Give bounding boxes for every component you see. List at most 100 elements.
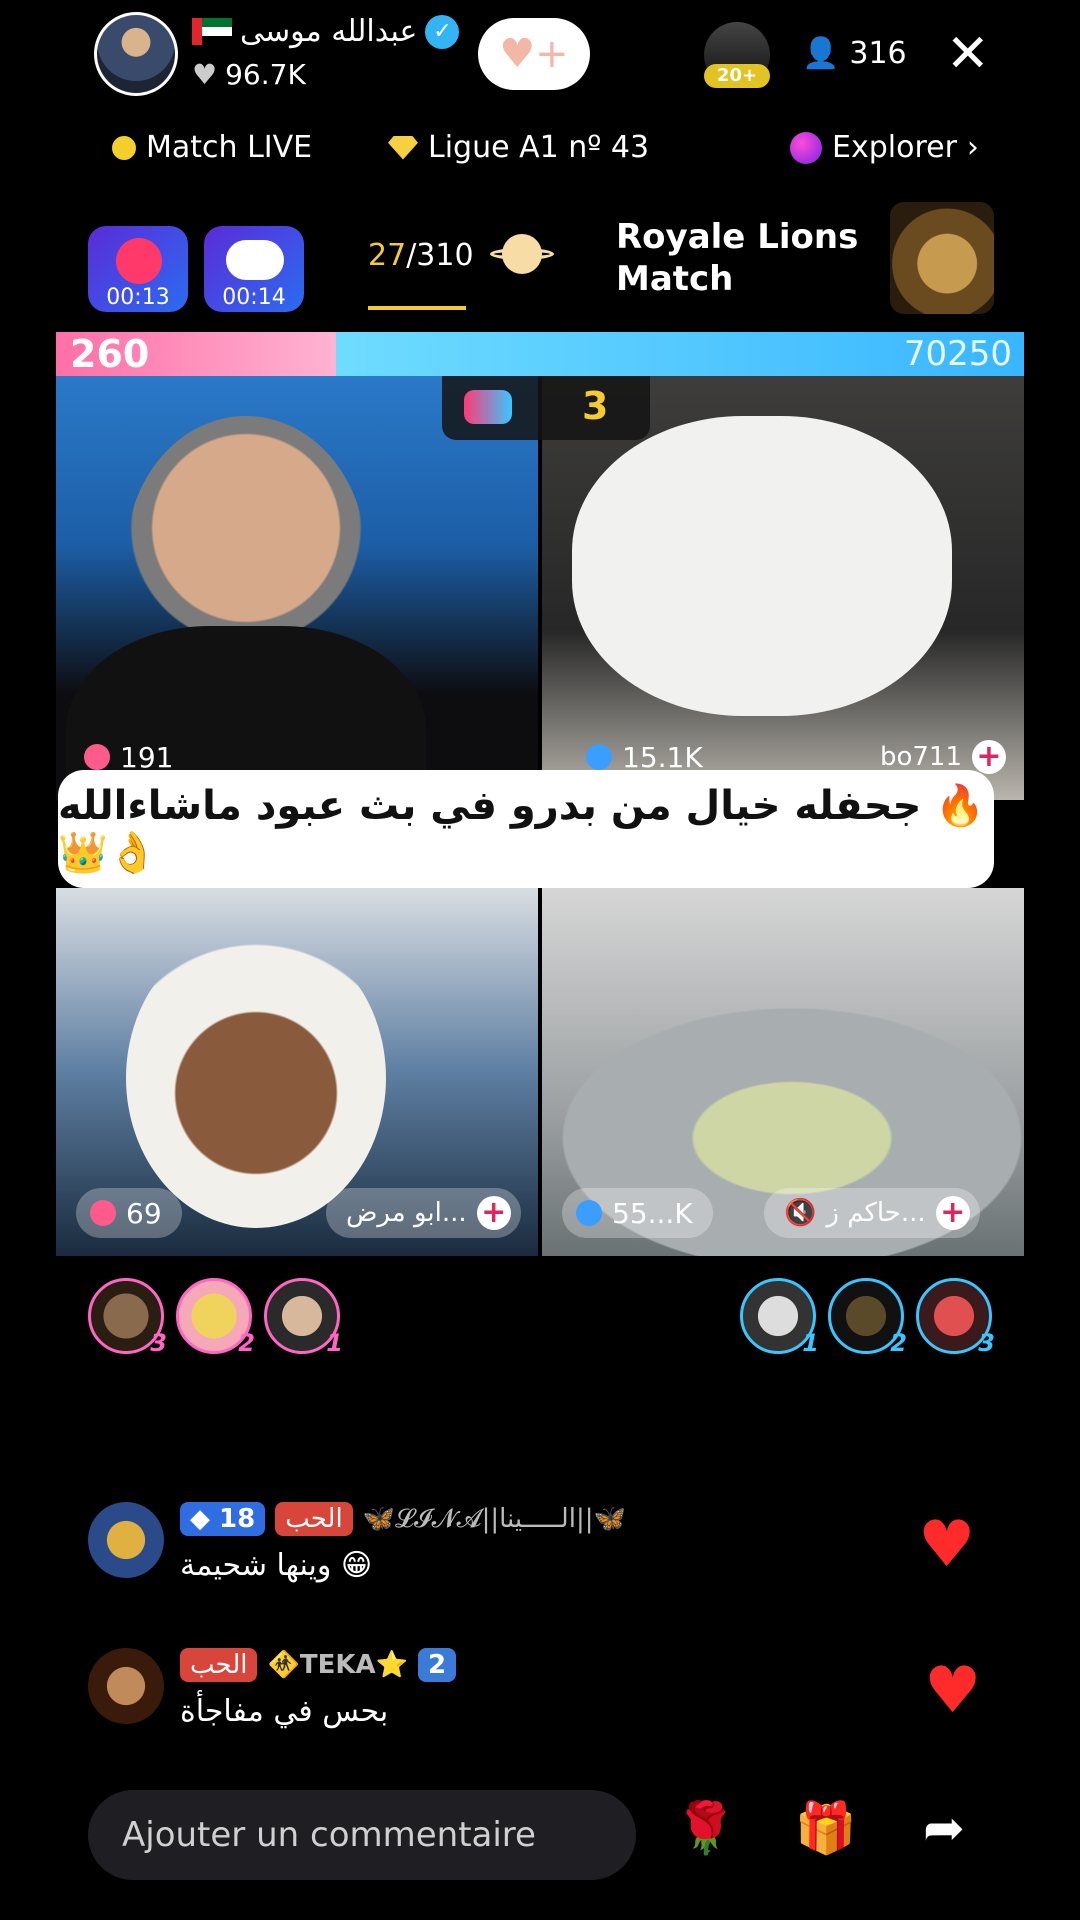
tile-tl-stat-value: 191 (120, 740, 174, 774)
supporter-rank: 1 (802, 1329, 819, 1357)
comment-meta: الحب 🚸TEKA⭐ 2 (180, 1648, 457, 1682)
match-live-tab[interactable]: Match LIVE (112, 130, 312, 165)
explore-orb-icon (790, 131, 822, 164)
rank-badge: 20+ (704, 64, 770, 88)
close-button[interactable]: ✕ (946, 26, 990, 82)
chevron-right-icon: › (966, 130, 979, 165)
boost-timer-2[interactable]: 00:14 (204, 226, 304, 312)
progress-underline (368, 306, 466, 310)
progress-current: 27 (368, 238, 407, 273)
tile-br-name[interactable]: 🔇 حاكم ز... + (764, 1188, 980, 1238)
viewer-count-value: 316 (849, 36, 907, 71)
supporter-rank: 3 (150, 1329, 167, 1357)
supporter-left-avatar[interactable]: 1 (264, 1278, 343, 1357)
boost-timer-1[interactable]: 00:13 (88, 226, 188, 312)
round-number: 3 (582, 384, 609, 428)
match-live-label: Match LIVE (146, 130, 313, 165)
supporter-left-avatar[interactable]: 2 (176, 1278, 255, 1357)
supporter-rank: 3 (978, 1329, 995, 1357)
coin-icon (112, 135, 136, 160)
follow-plus-icon[interactable]: + (476, 1196, 511, 1230)
viewer-count[interactable]: 👤 316 (802, 36, 907, 71)
cloud-icon (226, 240, 284, 280)
commenter-avatar[interactable] (88, 1648, 164, 1724)
planet-icon (490, 234, 554, 274)
host-likes: ♥ 96.7K (192, 58, 306, 91)
video-tile-bottom-left[interactable]: 69 ابو مرض... + (56, 888, 538, 1256)
comment-text: بحس في مفاجأة (180, 1694, 389, 1729)
supporter-rank: 2 (238, 1329, 255, 1357)
level-badge: ◆ 18 (180, 1502, 266, 1536)
tile-bl-stat: 69 (76, 1188, 182, 1238)
league-label: Ligue A1 nº 43 (428, 130, 650, 165)
follow-plus-icon[interactable]: + (935, 1196, 970, 1230)
person-icon: 👤 (802, 36, 840, 71)
level-badge: 2 (417, 1648, 457, 1682)
share-icon[interactable]: ➦ (912, 1796, 976, 1860)
supporter-right-avatar[interactable]: 3 (916, 1278, 995, 1357)
commenter-name[interactable]: 🚸TEKA⭐ (267, 1650, 408, 1680)
explore-tab[interactable]: Explorer › (790, 130, 979, 165)
guest-figure (126, 928, 386, 1228)
tile-bl-stat-value: 69 (126, 1196, 162, 1230)
tile-tr-stat-value: 15.1K (622, 740, 703, 774)
comment-meta: ◆ 18 الحب 🦋𝓛𝓘𝓝𝓐||الـــــينا||🦋 (180, 1502, 626, 1536)
round-indicator: 3 (442, 376, 650, 440)
comment-item[interactable]: الحب 🚸TEKA⭐ 2 بحس في مفاجأة ♥ (88, 1648, 988, 1738)
timer-1-value: 00:13 (106, 285, 170, 310)
host-name: عبدالله موسى (240, 14, 418, 49)
score-left: 260 (56, 332, 336, 376)
lightning-icon (116, 238, 162, 284)
video-caption: جحفله خيال من بدرو في بث عبود ماشاءالله … (58, 770, 994, 888)
match-progress: 27/310 (368, 238, 474, 273)
tile-br-name-value: حاكم ز... (826, 1198, 926, 1228)
timer-2-value: 00:14 (222, 285, 286, 310)
battle-hearts-icon (464, 390, 512, 424)
tile-br-stat: 55...K (562, 1188, 713, 1238)
comment-input[interactable]: Ajouter un commentaire (88, 1790, 636, 1880)
stopwatch-icon (576, 1200, 602, 1226)
host-avatar[interactable] (94, 12, 178, 96)
battle-score-bar: 260 70250 (56, 332, 1024, 376)
tile-bl-name-value: ابو مرض... (346, 1198, 467, 1228)
supporter-right-avatar[interactable]: 1 (740, 1278, 819, 1357)
follow-plus-icon[interactable]: + (972, 740, 1006, 774)
gift-icon[interactable]: 🎁 (794, 1796, 858, 1860)
heart-icon[interactable]: ♥ (924, 1654, 981, 1728)
progress-total: /310 (406, 238, 474, 273)
league-tab[interactable]: Ligue A1 nº 43 (388, 130, 649, 165)
follow-heart-icon: ♥+ (499, 31, 569, 77)
explore-label: Explorer (832, 130, 957, 165)
stopwatch-icon (90, 1200, 116, 1226)
robe-figure (572, 416, 952, 716)
commenter-name[interactable]: 🦋𝓛𝓘𝓝𝓐||الـــــينا||🦋 (363, 1504, 626, 1535)
rose-gift-icon[interactable]: 🌹 (674, 1796, 738, 1860)
tile-bl-name[interactable]: ابو مرض... + (326, 1188, 521, 1238)
commenter-avatar[interactable] (88, 1502, 164, 1578)
match-title: Royale Lions Match (616, 217, 859, 299)
heart-icon[interactable]: ♥ (918, 1508, 975, 1582)
score-right: 70250 (336, 332, 1024, 376)
heart-icon: ♥ (192, 58, 218, 91)
follow-button[interactable]: ♥+ (478, 18, 590, 90)
uae-flag-icon (192, 18, 232, 45)
muted-speaker-icon: 🔇 (784, 1198, 817, 1228)
comment-text: وينها شحيمة 😁 (180, 1548, 373, 1583)
tile-tr-name-value: bo711 (879, 742, 962, 772)
tile-br-stat-value: 55...K (612, 1196, 693, 1230)
video-tile-bottom-right[interactable]: 55...K 🔇 حاكم ز... + (542, 888, 1024, 1256)
lion-emblem[interactable] (890, 202, 994, 314)
supporter-right-avatar[interactable]: 2 (828, 1278, 907, 1357)
comment-item[interactable]: ◆ 18 الحب 🦋𝓛𝓘𝓝𝓐||الـــــينا||🦋 وينها شحي… (88, 1502, 988, 1592)
host-name-row: عبدالله موسى ✓ (192, 14, 460, 49)
live-subnav: Match LIVE Ligue A1 nº 43 Explorer › (0, 130, 1080, 180)
host-likes-count: 96.7K (225, 58, 306, 91)
love-badge: الحب (275, 1502, 353, 1536)
stopwatch-icon (586, 744, 612, 770)
verified-icon: ✓ (425, 14, 460, 49)
supporter-left-avatar[interactable]: 3 (88, 1278, 167, 1357)
supporter-rank: 2 (890, 1329, 907, 1357)
supporter-rank: 1 (326, 1329, 343, 1357)
diamond-icon (388, 135, 418, 160)
stopwatch-icon (84, 744, 110, 770)
